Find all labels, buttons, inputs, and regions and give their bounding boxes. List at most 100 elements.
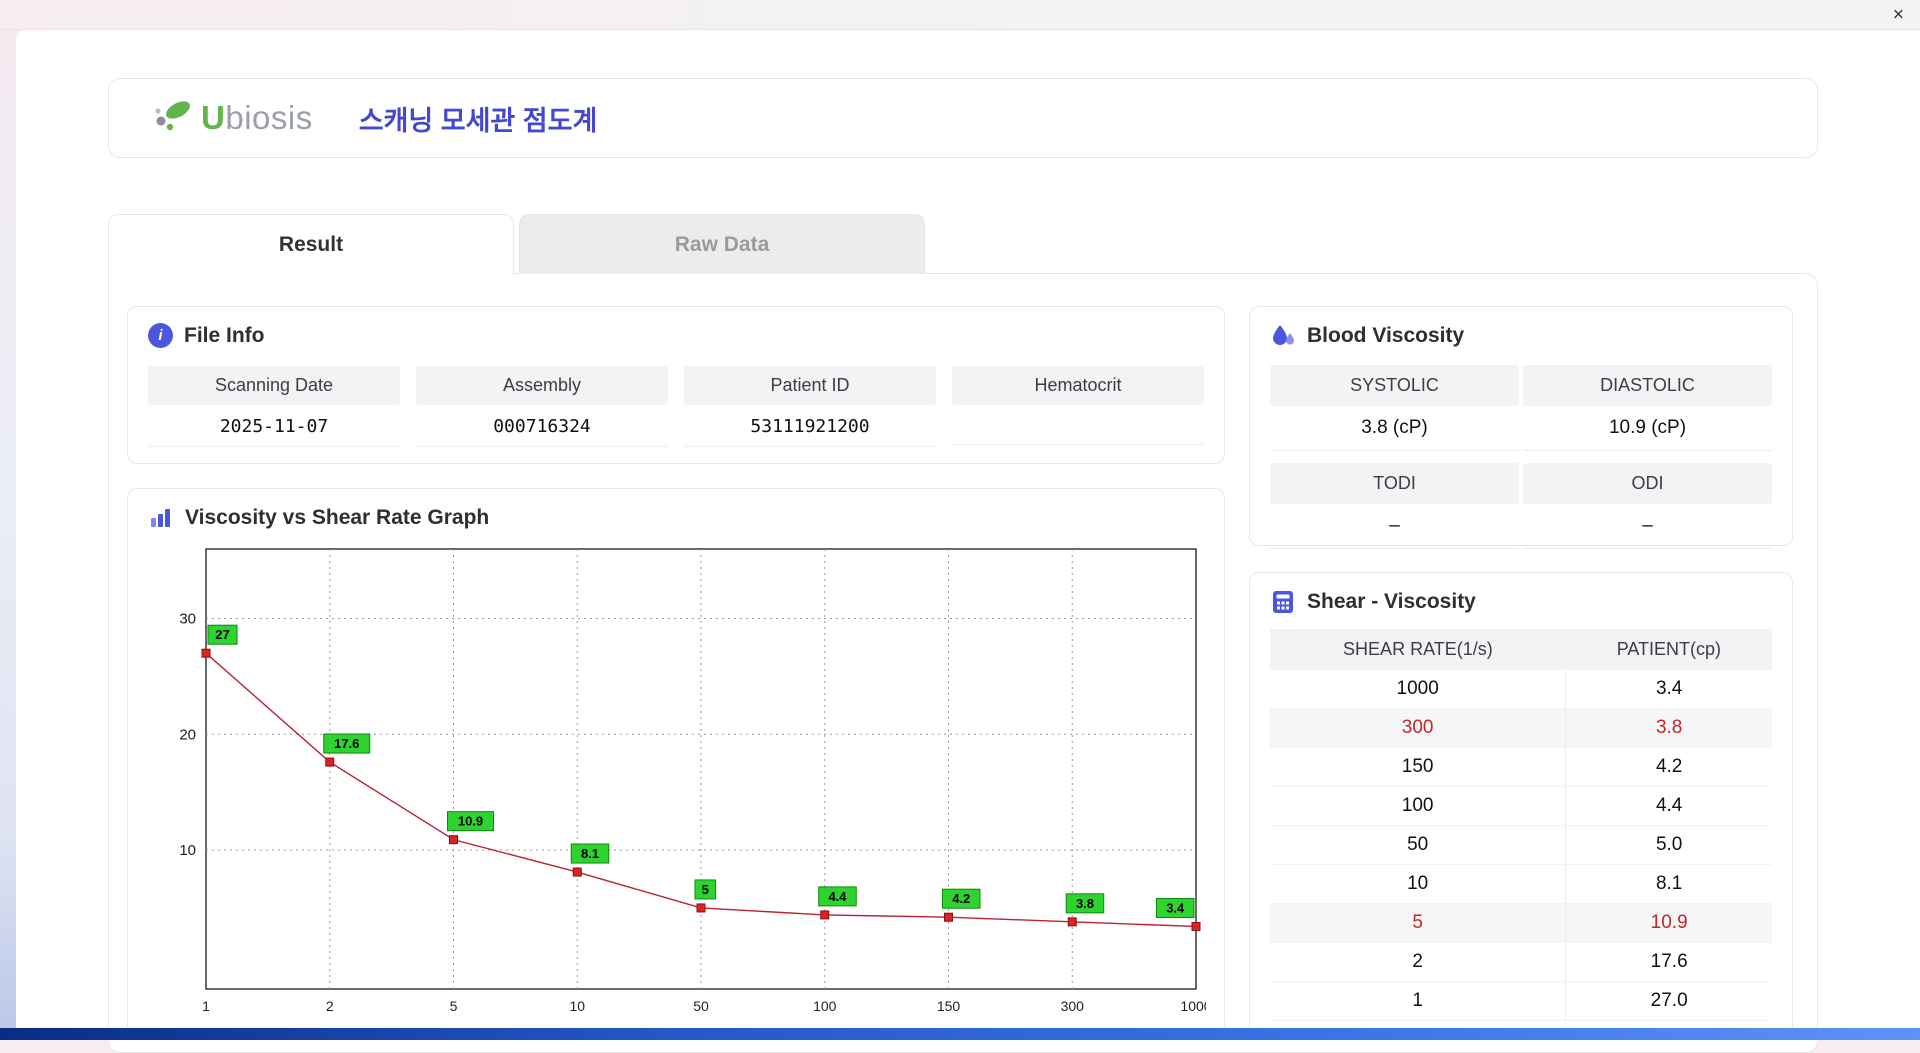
table-row: 2 17.6 bbox=[1270, 943, 1772, 982]
tab-raw-data[interactable]: Raw Data bbox=[519, 214, 925, 274]
blood-viscosity-grid: SYSTOLIC DIASTOLIC 3.8 (cP) 10.9 (cP) TO… bbox=[1270, 365, 1772, 549]
svg-text:150: 150 bbox=[937, 998, 961, 1014]
svg-text:4.4: 4.4 bbox=[828, 889, 847, 904]
table-row: 150 4.2 bbox=[1270, 748, 1772, 787]
svg-text:30: 30 bbox=[179, 610, 196, 627]
svg-text:10: 10 bbox=[569, 998, 585, 1014]
field-label: Scanning Date bbox=[148, 366, 400, 405]
calculator-icon bbox=[1270, 589, 1296, 615]
tab-raw-data-label: Raw Data bbox=[675, 233, 770, 257]
app-window: Ubiosis 스캐닝 모세관 점도계 Result Raw Data i Fi… bbox=[16, 30, 1920, 1028]
systolic-value: 3.8 (cP) bbox=[1270, 406, 1519, 451]
shear-rate-cell: 100 bbox=[1270, 787, 1566, 826]
shear-viscosity-title-text: Shear - Viscosity bbox=[1307, 590, 1476, 614]
logo-text: Ubiosis bbox=[201, 99, 313, 137]
shear-rate-cell: 10 bbox=[1270, 865, 1566, 904]
field-value: 000716324 bbox=[416, 405, 668, 447]
table-row: 1000 3.4 bbox=[1270, 670, 1772, 709]
shear-rate-cell: 50 bbox=[1270, 826, 1566, 865]
patient-cell: 4.4 bbox=[1566, 787, 1772, 826]
patient-cell: 5.0 bbox=[1566, 826, 1772, 865]
patient-cell: 4.2 bbox=[1566, 748, 1772, 787]
close-icon[interactable]: × bbox=[1893, 5, 1904, 24]
svg-text:1000: 1000 bbox=[1180, 998, 1206, 1014]
svg-text:5: 5 bbox=[450, 998, 458, 1014]
patient-cell: 8.1 bbox=[1566, 865, 1772, 904]
tab-result-label: Result bbox=[279, 233, 343, 257]
svg-text:10: 10 bbox=[179, 842, 196, 859]
table-row: 10 8.1 bbox=[1270, 865, 1772, 904]
ubiosis-logo: Ubiosis bbox=[151, 98, 313, 138]
field-value bbox=[952, 405, 1204, 445]
shear-rate-cell: 1000 bbox=[1270, 670, 1566, 709]
svg-text:300: 300 bbox=[1061, 998, 1085, 1014]
svg-text:3.8: 3.8 bbox=[1076, 896, 1094, 911]
window-titlebar: × bbox=[0, 0, 1920, 30]
field-label: Hematocrit bbox=[952, 366, 1204, 405]
blood-viscosity-panel: Blood Viscosity SYSTOLIC DIASTOLIC 3.8 (… bbox=[1249, 306, 1793, 546]
field-label: Patient ID bbox=[684, 366, 936, 405]
patient-cell: 17.6 bbox=[1566, 943, 1772, 982]
tab-bar: Result Raw Data bbox=[108, 214, 925, 275]
shear-rate-cell: 1 bbox=[1270, 982, 1566, 1021]
viscosity-graph-panel: Viscosity vs Shear Rate Graph 1020301251… bbox=[127, 488, 1225, 1036]
svg-text:17.6: 17.6 bbox=[334, 736, 359, 751]
shear-rate-cell: 5 bbox=[1270, 904, 1566, 943]
svg-text:50: 50 bbox=[693, 998, 709, 1014]
svg-text:1: 1 bbox=[202, 998, 210, 1014]
table-row: 1 27.0 bbox=[1270, 982, 1772, 1021]
logo-leaf-icon bbox=[151, 98, 197, 138]
shear-rate-cell: 150 bbox=[1270, 748, 1566, 787]
tab-result[interactable]: Result bbox=[108, 214, 514, 275]
shear-rate-column-header: SHEAR RATE(1/s) bbox=[1270, 629, 1566, 670]
page-title: 스캐닝 모세관 점도계 bbox=[359, 99, 598, 138]
patient-cell: 10.9 bbox=[1566, 904, 1772, 943]
file-info-fields: Scanning Date 2025-11-07 Assembly 000716… bbox=[148, 366, 1204, 447]
bar-chart-icon bbox=[148, 505, 174, 531]
shear-viscosity-panel: Shear - Viscosity SHEAR RATE(1/s) PATIEN… bbox=[1249, 572, 1793, 1036]
table-row: 100 4.4 bbox=[1270, 787, 1772, 826]
svg-text:27: 27 bbox=[215, 627, 229, 642]
divider bbox=[1270, 451, 1772, 463]
todi-header: TODI bbox=[1270, 463, 1519, 504]
table-row: 300 3.8 bbox=[1270, 709, 1772, 748]
field-hematocrit: Hematocrit bbox=[952, 366, 1204, 447]
field-value: 53111921200 bbox=[684, 405, 936, 447]
svg-text:2: 2 bbox=[326, 998, 334, 1014]
svg-text:100: 100 bbox=[813, 998, 837, 1014]
field-patient-id: Patient ID 53111921200 bbox=[684, 366, 936, 447]
file-info-title: i File Info bbox=[148, 323, 1204, 348]
result-content: i File Info Scanning Date 2025-11-07 Ass… bbox=[108, 273, 1818, 1053]
svg-text:8.1: 8.1 bbox=[581, 846, 599, 861]
file-info-panel: i File Info Scanning Date 2025-11-07 Ass… bbox=[127, 306, 1225, 464]
shear-rate-cell: 300 bbox=[1270, 709, 1566, 748]
field-value: 2025-11-07 bbox=[148, 405, 400, 447]
svg-text:4.2: 4.2 bbox=[952, 891, 970, 906]
svg-text:10.9: 10.9 bbox=[458, 814, 483, 829]
svg-text:5: 5 bbox=[702, 882, 709, 897]
blood-viscosity-title-text: Blood Viscosity bbox=[1307, 324, 1464, 348]
field-scanning-date: Scanning Date 2025-11-07 bbox=[148, 366, 400, 447]
droplet-icon bbox=[1270, 323, 1296, 349]
viscosity-chart: 10 20 30 1 2 5 10 50 100 150 300 1000 27 17.6 10.9 8.1 5… bbox=[148, 537, 1206, 1023]
systolic-header: SYSTOLIC bbox=[1270, 365, 1519, 406]
shear-viscosity-table: SHEAR RATE(1/s) PATIENT(cp) 1000 3.4 300… bbox=[1270, 629, 1772, 1021]
table-row: 5 10.9 bbox=[1270, 904, 1772, 943]
field-label: Assembly bbox=[416, 366, 668, 405]
diastolic-value: 10.9 (cP) bbox=[1523, 406, 1772, 451]
desktop-taskbar-strip bbox=[0, 1028, 1920, 1040]
graph-title: Viscosity vs Shear Rate Graph bbox=[148, 505, 1204, 531]
field-assembly: Assembly 000716324 bbox=[416, 366, 668, 447]
patient-column-header: PATIENT(cp) bbox=[1566, 629, 1772, 670]
todi-value: – bbox=[1270, 504, 1519, 549]
header-card: Ubiosis 스캐닝 모세관 점도계 bbox=[108, 78, 1818, 158]
file-info-title-text: File Info bbox=[184, 324, 265, 348]
svg-text:20: 20 bbox=[179, 726, 196, 743]
shear-viscosity-title: Shear - Viscosity bbox=[1270, 589, 1772, 615]
patient-cell: 27.0 bbox=[1566, 982, 1772, 1021]
info-icon: i bbox=[148, 323, 173, 348]
table-header-row: SHEAR RATE(1/s) PATIENT(cp) bbox=[1270, 629, 1772, 670]
graph-title-text: Viscosity vs Shear Rate Graph bbox=[185, 506, 489, 530]
svg-text:3.4: 3.4 bbox=[1166, 900, 1185, 915]
patient-cell: 3.4 bbox=[1566, 670, 1772, 709]
